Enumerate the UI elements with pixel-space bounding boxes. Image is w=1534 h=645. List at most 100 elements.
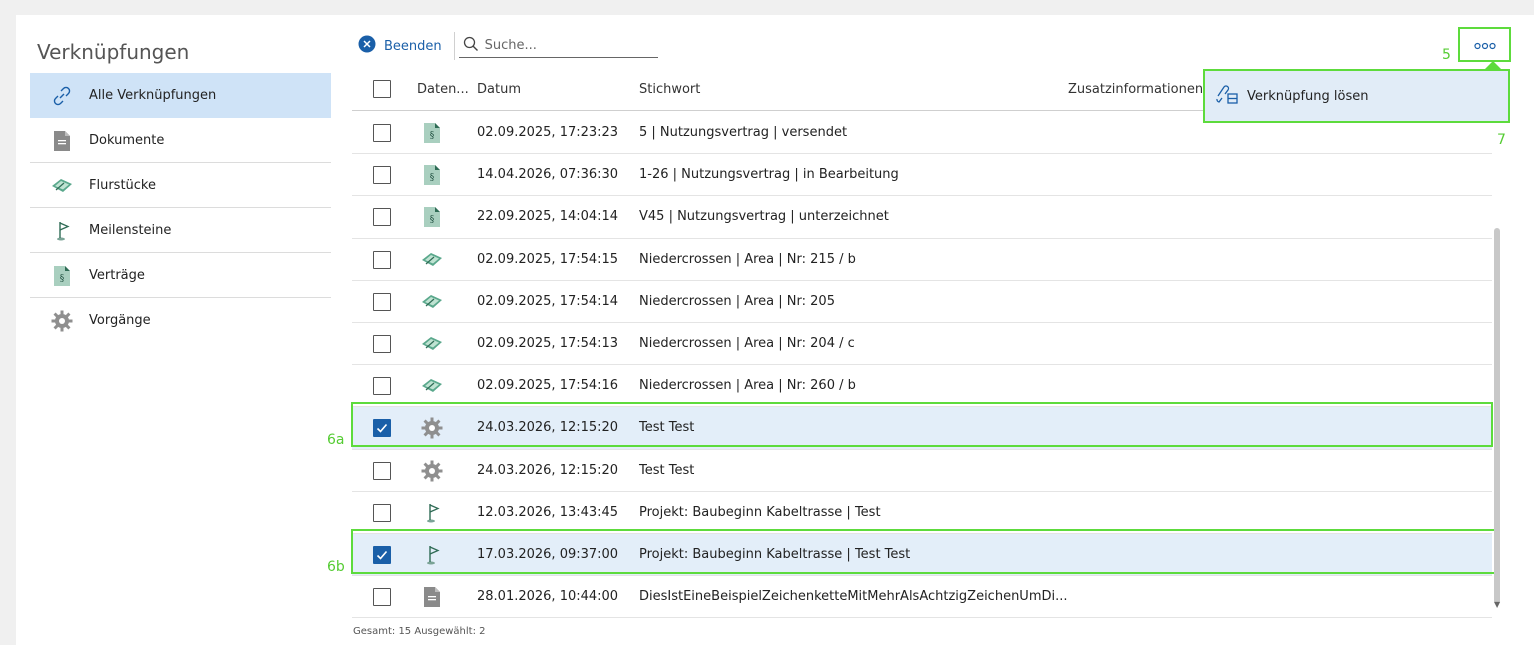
svg-text:§: § [430,173,435,183]
search-icon [463,36,479,56]
row-checkbox[interactable] [373,377,391,396]
row-checkbox[interactable] [373,334,391,353]
flag-icon [50,219,74,243]
table-row[interactable]: § 22.09.2025, 14:04:14 V45 | Nutzungsvertr… [352,196,1492,239]
sidebar-item-documents[interactable]: Dokumente [30,118,331,163]
row-keyword: 5 | Nutzungsvertrag | versendet [639,125,848,140]
sidebar-item-label: Flurstücke [89,177,156,193]
svg-text:§: § [60,274,65,284]
parcel-icon [420,290,444,314]
close-button[interactable]: Beenden [358,35,442,57]
row-keyword: Niedercrossen | Area | Nr: 204 / c [639,335,855,351]
row-keyword: DiesIstEineBeispielZeichenketteMitMehrAl… [639,589,1068,605]
row-checkbox[interactable] [373,292,391,311]
sidebar-item-all-links[interactable]: Alle Verknüpfungen [30,73,331,118]
contract-icon: § [50,264,74,288]
sidebar-item-processes[interactable]: Vorgänge [30,298,331,343]
table-row[interactable]: 02.09.2025, 17:54:16 Niedercrossen | Area… [352,365,1492,408]
column-header-type[interactable]: Daten... [417,82,469,97]
contract-icon: § [420,163,444,187]
row-keyword: Niedercrossen | Area | Nr: 205 [639,293,835,309]
parcel-icon [420,332,444,356]
row-keyword: 1-26 | Nutzungsvertrag | in Bearbeitung [639,167,899,183]
row-date: 24.03.2026, 12:15:20 [477,462,619,478]
row-date: 02.09.2025, 17:54:16 [477,378,619,394]
column-header-keyword[interactable]: Stichwort [639,82,700,97]
close-circle-icon [358,35,376,57]
row-checkbox[interactable] [373,208,391,227]
row-checkbox[interactable] [373,503,391,522]
table-row[interactable]: 02.09.2025, 17:54:15 Niedercrossen | Area… [352,239,1492,281]
search-input[interactable] [484,38,645,53]
unlink-icon [1215,83,1239,109]
row-keyword: Test Test [639,420,695,436]
gear-icon [420,459,444,483]
row-date: 02.09.2025, 17:23:23 [477,125,619,140]
contract-icon: § [420,205,444,229]
scroll-down-arrow[interactable]: ▼ [1494,600,1500,609]
sidebar-item-label: Alle Verknüpfungen [89,87,217,103]
callout-menu: 7 [1497,132,1506,148]
svg-text:§: § [430,215,435,225]
footer-status: Gesamt: 15 Ausgewählt: 2 [353,626,486,637]
column-header-date[interactable]: Datum [477,82,521,97]
row-checkbox[interactable] [373,461,391,480]
table-body: § 02.09.2025, 17:23:23 5 | Nutzungsvertrag… [352,112,1492,619]
parcel-icon [50,174,74,198]
sidebar-item-contracts[interactable]: § Verträge [30,253,331,298]
menu-item-unlink[interactable]: Verknüpfung lösen [1247,89,1369,104]
contract-icon: § [420,121,444,145]
link-icon [50,84,74,108]
context-menu: Verknüpfung lösen [1203,69,1510,123]
table-row[interactable]: 28.01.2026, 10:44:00 DiesIstEineBeispielZ… [352,576,1492,619]
row-date: 12.03.2026, 13:43:45 [477,504,619,520]
row-checkbox[interactable] [373,250,391,269]
parcel-icon [420,374,444,398]
sidebar-item-parcels[interactable]: Flurstücke [30,163,331,208]
sidebar-item-label: Vorgänge [89,313,151,328]
select-all-checkbox[interactable] [373,80,391,98]
table-row[interactable]: 17.03.2026, 09:37:00 Projekt: Baubeginn K… [352,533,1492,577]
page-title: Verknüpfungen [37,40,190,64]
row-checkbox[interactable] [373,545,391,564]
row-checkbox[interactable] [373,124,391,142]
table-row[interactable]: 02.09.2025, 17:54:13 Niedercrossen | Area… [352,323,1492,366]
row-checkbox[interactable] [373,166,391,185]
row-keyword: Niedercrossen | Area | Nr: 260 / b [639,378,856,394]
row-date: 02.09.2025, 17:54:13 [477,335,619,351]
toolbar: Beenden [358,32,658,60]
row-keyword: Test Test [639,462,695,478]
document-icon [50,129,74,153]
sidebar-item-milestones[interactable]: Meilensteine [30,208,331,253]
row-checkbox[interactable] [373,588,391,607]
sidebar-item-label: Meilensteine [89,222,172,238]
more-dots-icon [1473,35,1496,54]
row-keyword: V45 | Nutzungsvertrag | unterzeichnet [639,209,889,225]
row-keyword: Projekt: Baubeginn Kabeltrasse | Test [639,504,881,520]
row-checkbox[interactable] [373,419,391,438]
table-row[interactable]: 24.03.2026, 12:15:20 Test Test [352,450,1492,492]
toolbar-divider [453,32,455,60]
sidebar-item-label: Dokumente [89,132,165,148]
table-row[interactable]: 12.03.2026, 13:43:45 Projekt: Baubeginn K… [352,492,1492,534]
table-row[interactable]: 02.09.2025, 17:54:14 Niedercrossen | Area… [352,281,1492,323]
row-date: 17.03.2026, 09:37:00 [477,546,619,562]
more-options-button[interactable] [1458,27,1511,62]
callout-more: 5 [1442,47,1451,63]
table-row[interactable]: 24.03.2026, 12:15:20 Test Test [352,407,1492,450]
parcel-icon [420,248,444,272]
column-header-extra[interactable]: Zusatzinformationen [1068,82,1203,97]
search-box [458,34,658,58]
row-date: 22.09.2025, 14:04:14 [477,209,619,225]
row-date: 28.01.2026, 10:44:00 [477,589,619,605]
document-icon [420,585,444,609]
sidebar-item-label: Verträge [89,267,145,283]
scrollbar[interactable] [1494,228,1500,604]
row-keyword: Projekt: Baubeginn Kabeltrasse | Test Te… [639,546,911,562]
flag-icon [420,543,444,567]
table-row[interactable]: § 14.04.2026, 07:36:30 1-26 | Nutzungsvert… [352,154,1492,197]
gear-icon [420,416,444,440]
row-date: 02.09.2025, 17:54:15 [477,251,619,267]
row-date: 24.03.2026, 12:15:20 [477,420,619,436]
row-date: 02.09.2025, 17:54:14 [477,293,619,309]
